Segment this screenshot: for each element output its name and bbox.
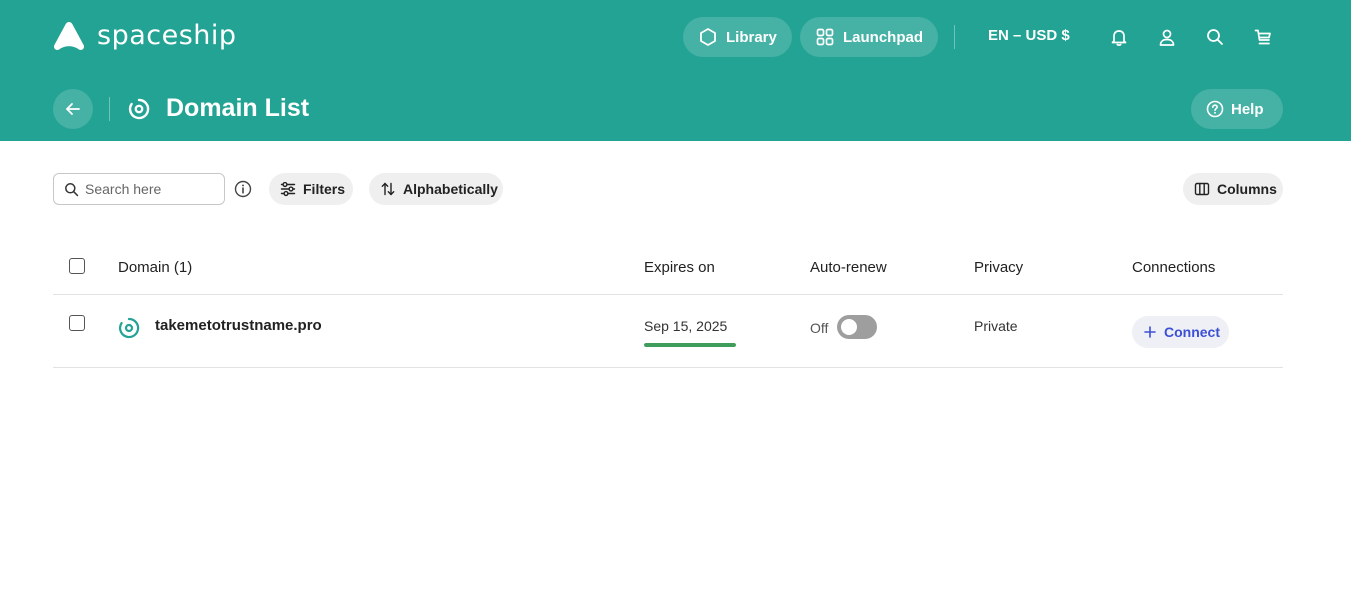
filters-label: Filters [303, 181, 346, 197]
global-search-button[interactable] [1203, 25, 1227, 49]
column-header-expires[interactable]: Expires on [644, 259, 715, 276]
auto-renew-toggle[interactable] [837, 315, 877, 339]
sort-label: Alphabetically [403, 181, 498, 197]
title-divider [109, 97, 110, 121]
sliders-icon [280, 181, 296, 197]
grid-icon [816, 28, 834, 46]
bell-icon [1111, 30, 1127, 46]
search-icon [1207, 29, 1223, 45]
plus-icon [1144, 326, 1156, 338]
nav-launchpad-label: Launchpad [843, 28, 924, 46]
column-header-auto-renew[interactable]: Auto-renew [810, 259, 887, 276]
spaceship-logo-icon [53, 21, 85, 50]
cart-icon [1254, 29, 1271, 45]
expiry-progress-bar [644, 343, 736, 347]
sort-button[interactable]: Alphabetically [369, 173, 503, 205]
brand-name: spaceship [97, 20, 237, 51]
locale-currency-selector[interactable]: EN – USD $ [988, 27, 1070, 44]
table-header: Domain (1) Expires on Auto-renew Privacy… [53, 238, 1283, 295]
account-button[interactable] [1155, 25, 1179, 49]
privacy-status: Private [974, 318, 1018, 334]
help-button[interactable]: Help [1191, 89, 1283, 129]
column-header-privacy[interactable]: Privacy [974, 259, 1023, 276]
connect-button[interactable]: Connect [1132, 316, 1229, 348]
top-header: spaceship Library Launchpad EN – USD $ D… [0, 0, 1351, 141]
filters-button[interactable]: Filters [269, 173, 353, 205]
row-checkbox[interactable] [69, 315, 85, 331]
expiry-date: Sep 15, 2025 [644, 318, 728, 334]
arrow-left-icon [66, 103, 80, 115]
auto-renew-state-label: Off [810, 320, 829, 336]
cart-button[interactable] [1251, 25, 1275, 49]
help-label: Help [1231, 100, 1264, 118]
notifications-button[interactable] [1107, 25, 1131, 49]
table-row[interactable]: takemetotrustname.pro Sep 15, 2025 Off P… [53, 295, 1283, 368]
search-input[interactable] [85, 181, 205, 197]
nav-library-label: Library [726, 28, 777, 46]
columns-button[interactable]: Columns [1183, 173, 1283, 205]
help-circle-icon [1206, 100, 1224, 118]
hexagon-icon [700, 28, 716, 46]
toggle-knob [841, 319, 857, 335]
columns-label: Columns [1217, 181, 1277, 197]
column-header-domain[interactable]: Domain (1) [118, 259, 192, 276]
back-button[interactable] [53, 89, 93, 129]
domain-search-field[interactable] [53, 173, 225, 205]
search-icon [65, 182, 79, 196]
brand-logo[interactable]: spaceship [53, 20, 237, 51]
page-title: Domain List [166, 94, 310, 122]
connect-label: Connect [1164, 324, 1220, 340]
expiry-progress-fill [644, 343, 736, 347]
user-icon [1159, 29, 1175, 46]
select-all-checkbox[interactable] [69, 258, 85, 274]
header-divider [954, 25, 955, 49]
domain-target-icon [128, 98, 150, 120]
sort-arrows-icon [381, 182, 395, 196]
info-icon[interactable] [234, 180, 252, 198]
column-header-connections[interactable]: Connections [1132, 259, 1215, 276]
nav-launchpad[interactable]: Launchpad [800, 17, 938, 57]
domain-name-link[interactable]: takemetotrustname.pro [155, 317, 322, 334]
domain-target-icon [119, 317, 140, 339]
columns-icon [1194, 182, 1210, 196]
nav-library[interactable]: Library [683, 17, 792, 57]
